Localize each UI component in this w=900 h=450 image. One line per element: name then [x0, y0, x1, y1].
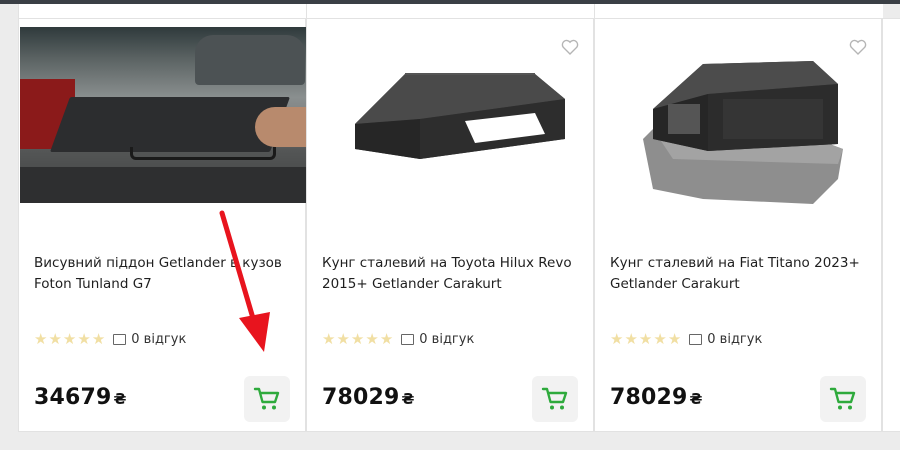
- price-value: 78029: [322, 385, 400, 410]
- cart-icon: [253, 387, 280, 410]
- currency-symbol: ₴: [689, 390, 703, 408]
- cart-icon: [541, 387, 568, 410]
- add-to-cart-button[interactable]: [532, 376, 578, 422]
- star-icon: ★: [610, 329, 624, 348]
- star-icon: ★: [638, 329, 653, 348]
- product-image[interactable]: [613, 39, 863, 209]
- star-icon: ★: [62, 329, 77, 348]
- star-icon: ★: [365, 329, 379, 348]
- star-icon: ★: [624, 329, 638, 348]
- rating: ★ ★ ★ ★ ★ 0 відгук: [322, 330, 474, 348]
- review-count[interactable]: 0 відгук: [689, 332, 762, 347]
- heart-icon[interactable]: [849, 39, 867, 55]
- star-icon: ★: [350, 329, 365, 348]
- currency-symbol: ₴: [113, 390, 127, 408]
- comment-icon: [401, 333, 415, 345]
- star-icon: ★: [379, 329, 394, 348]
- product-title[interactable]: Кунг сталевий на Toyota Hilux Revo 2015+…: [322, 253, 580, 295]
- product-card[interactable]: Кунг сталевий на Fiat Titano 2023+ Getla…: [594, 18, 882, 432]
- heart-icon[interactable]: [561, 39, 579, 55]
- price-value: 34679: [34, 385, 112, 410]
- review-count[interactable]: 0 відгук: [401, 332, 474, 347]
- product-card[interactable]: Кунг сталевий на Toyota Hilux Revo 2015+…: [306, 18, 594, 432]
- rating: ★ ★ ★ ★ ★ 0 відгук: [34, 330, 186, 348]
- star-icon: ★: [322, 329, 336, 348]
- add-to-cart-button[interactable]: [820, 376, 866, 422]
- comment-icon: [689, 333, 703, 345]
- star-icon: ★: [667, 329, 682, 348]
- product-image[interactable]: [325, 39, 575, 209]
- star-icon: ★: [653, 329, 667, 348]
- star-icon: ★: [336, 329, 350, 348]
- price: 34679 ₴: [34, 385, 127, 410]
- product-card[interactable]: Висувний піддон Getlander в кузов Foton …: [18, 18, 306, 432]
- comment-icon: [113, 333, 127, 345]
- product-card-partial[interactable]: [882, 18, 900, 432]
- product-grid: Висувний піддон Getlander в кузов Foton …: [18, 18, 900, 432]
- star-icon: ★: [91, 329, 106, 348]
- add-to-cart-button[interactable]: [244, 376, 290, 422]
- cart-icon: [829, 387, 856, 410]
- page-background: [0, 432, 900, 450]
- price: 78029 ₴: [322, 385, 415, 410]
- previous-row-bottom: [18, 4, 900, 18]
- product-title[interactable]: Висувний піддон Getlander в кузов Foton …: [34, 253, 292, 295]
- currency-symbol: ₴: [401, 390, 415, 408]
- star-icon: ★: [48, 329, 62, 348]
- product-title[interactable]: Кунг сталевий на Fiat Titano 2023+ Getla…: [610, 253, 868, 295]
- review-count[interactable]: 0 відгук: [113, 332, 186, 347]
- star-icon: ★: [77, 329, 91, 348]
- price: 78029 ₴: [610, 385, 703, 410]
- price-value: 78029: [610, 385, 688, 410]
- product-image[interactable]: [20, 27, 306, 203]
- star-icon: ★: [34, 329, 48, 348]
- rating: ★ ★ ★ ★ ★ 0 відгук: [610, 330, 762, 348]
